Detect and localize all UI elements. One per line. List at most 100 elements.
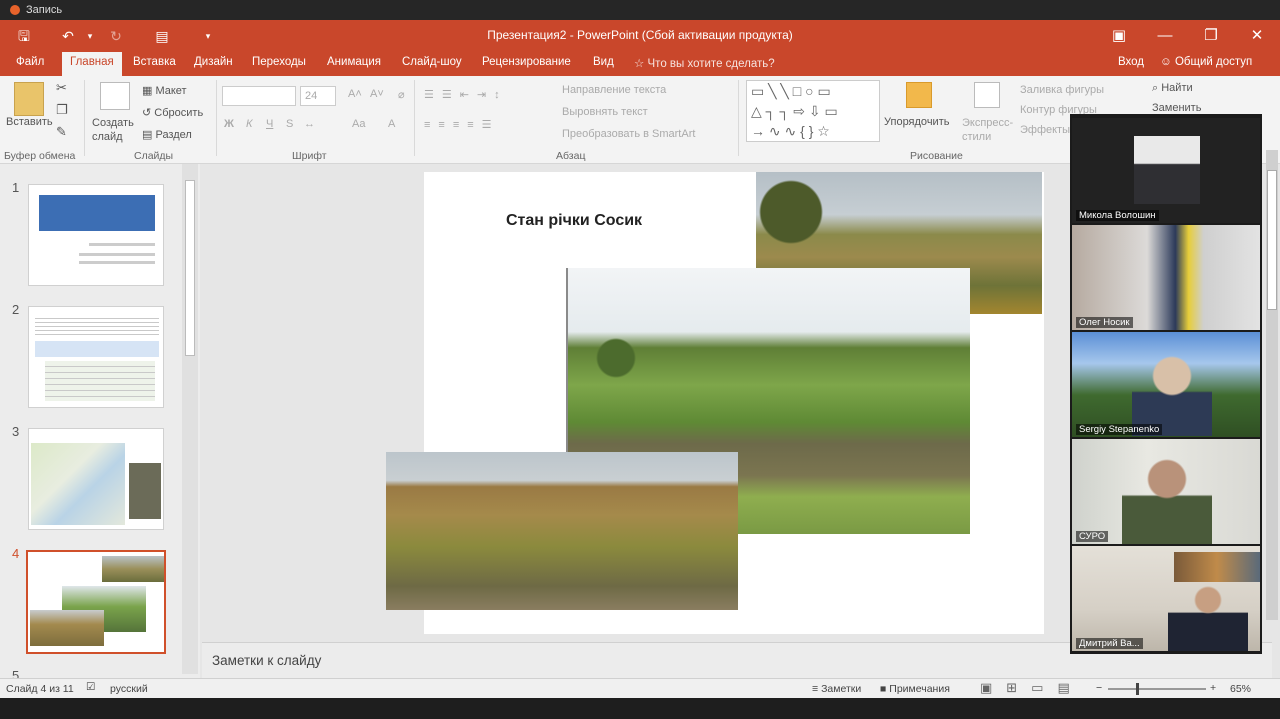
font-size-input[interactable]: 24 xyxy=(300,86,336,106)
group-font-label: Шрифт xyxy=(292,150,327,162)
tab-review[interactable]: Рецензирование xyxy=(482,56,571,68)
find-button[interactable]: ⌕ Найти xyxy=(1152,82,1193,95)
underline-button[interactable]: Ч xyxy=(266,118,273,130)
scroll-thumb[interactable] xyxy=(185,180,195,356)
slide-number: 3 xyxy=(12,424,20,439)
section-button[interactable]: ▤ Раздел xyxy=(142,128,192,141)
align-buttons[interactable]: ≡≡≡≡☰ xyxy=(424,118,500,131)
shape-effects-button[interactable]: Эффекты xyxy=(1020,124,1070,136)
clear-format-icon[interactable]: ⌀ xyxy=(398,88,405,101)
divider xyxy=(216,80,217,156)
zoom-level[interactable]: 65% xyxy=(1230,683,1251,695)
arrange-button[interactable]: Упорядочить xyxy=(884,116,949,128)
zoom-out-icon[interactable]: − xyxy=(1096,682,1102,694)
share-button[interactable]: ☺ Общий доступ xyxy=(1160,56,1252,68)
group-clipboard-label: Буфер обмена xyxy=(4,150,76,162)
right-scrollbar[interactable] xyxy=(1266,150,1278,620)
grow-font-icon[interactable]: A˄ xyxy=(348,88,362,100)
signin-link[interactable]: Вход xyxy=(1118,56,1144,68)
tab-file[interactable]: Файл xyxy=(16,56,44,68)
window-title-bar: 🖫 ↶ ▾ ↻ ▤ ▾ Презентация2 - PowerPoint (С… xyxy=(0,20,1280,52)
wall-painting xyxy=(1174,552,1260,582)
paste-icon[interactable] xyxy=(14,82,44,116)
tab-slideshow[interactable]: Слайд-шоу xyxy=(402,56,462,68)
tab-transitions[interactable]: Переходы xyxy=(252,56,306,68)
ribbon-display-icon[interactable]: ▣ xyxy=(1104,24,1134,48)
zoom-slider[interactable] xyxy=(1108,683,1206,695)
spelling-icon[interactable]: ☑ xyxy=(86,681,95,693)
quick-styles-button[interactable]: Экспресс-стили xyxy=(962,116,1014,144)
thumbnail-scrollbar[interactable] xyxy=(182,164,198,674)
bold-button[interactable]: Ж xyxy=(224,118,234,130)
zoom-slider-thumb[interactable] xyxy=(1136,683,1139,695)
quick-styles-icon[interactable] xyxy=(974,82,1000,108)
new-slide-icon[interactable] xyxy=(100,82,130,110)
section-icon: ▤ xyxy=(142,129,153,141)
scroll-thumb[interactable] xyxy=(1267,170,1277,310)
comments-toggle-label: Примечания xyxy=(889,683,950,695)
paste-button[interactable]: Вставить xyxy=(6,116,53,128)
share-label: Общий доступ xyxy=(1174,56,1253,68)
notes-toggle[interactable]: ≡ Заметки xyxy=(812,683,861,695)
cut-icon[interactable]: ✂ xyxy=(56,80,67,96)
tree-shape xyxy=(596,330,636,410)
slide-thumbnail-2[interactable] xyxy=(28,306,164,408)
copy-icon[interactable]: ❐ xyxy=(56,102,68,118)
tab-design[interactable]: Дизайн xyxy=(194,56,233,68)
tab-view[interactable]: Вид xyxy=(593,56,614,68)
notes-placeholder: Заметки к слайду xyxy=(212,653,322,668)
strike-button[interactable]: S xyxy=(286,118,293,130)
tab-home[interactable]: Главная xyxy=(62,52,122,76)
char-spacing-icon[interactable]: ↔ xyxy=(304,118,315,130)
reset-button[interactable]: ↺ Сбросить xyxy=(142,106,203,119)
shrink-font-icon[interactable]: A˅ xyxy=(370,88,384,100)
format-painter-icon[interactable]: ✎ xyxy=(56,124,67,140)
arrange-icon[interactable] xyxy=(906,82,932,108)
tab-animations[interactable]: Анимация xyxy=(327,56,381,68)
slide-thumbnail-4[interactable] xyxy=(26,550,166,654)
italic-button[interactable]: К xyxy=(246,118,252,130)
find-icon: ⌕ xyxy=(1152,82,1159,94)
record-icon xyxy=(10,5,20,15)
comments-toggle[interactable]: ■ Примечания xyxy=(880,683,950,695)
tell-me-search[interactable]: ☆ Что вы хотите сделать? xyxy=(634,56,775,70)
tab-insert[interactable]: Вставка xyxy=(133,56,176,68)
shapes-gallery[interactable]: ▭ ╲ ╲ □ ○ ▭ △ ┐ ┐ ⇨ ⇩ ▭ → ∿ ∿ { } ☆ xyxy=(746,80,880,142)
align-text-button[interactable]: Выровнять текст xyxy=(562,106,648,118)
slide-thumbnail-1[interactable] xyxy=(28,184,164,286)
slide-title[interactable]: Стан річки Сосик xyxy=(506,212,642,230)
list-buttons[interactable]: ☰☰⇤⇥↕ xyxy=(424,88,508,101)
replace-button[interactable]: Заменить xyxy=(1152,102,1201,114)
layout-button[interactable]: ▦ Макет xyxy=(142,84,187,97)
new-slide-button[interactable]: Создать слайд xyxy=(92,116,138,144)
zoom-in-icon[interactable]: + xyxy=(1210,682,1216,694)
minimize-button[interactable]: — xyxy=(1150,24,1180,48)
participant-tile[interactable]: Дмитрий Ва... xyxy=(1072,546,1260,651)
participant-tile[interactable]: Олег Носик xyxy=(1072,225,1260,330)
participant-tile[interactable]: Микола Волошин xyxy=(1072,118,1260,223)
window-title: Презентация2 - PowerPoint (Сбой активаци… xyxy=(487,28,793,42)
river-photo-bottom[interactable] xyxy=(386,452,738,610)
slide-number: 2 xyxy=(12,302,20,317)
notes-toggle-label: Заметки xyxy=(821,683,862,695)
person-icon: ☺ xyxy=(1160,56,1172,68)
font-name-input[interactable] xyxy=(222,86,296,106)
language-indicator[interactable]: русский xyxy=(110,683,148,695)
layout-icon: ▦ xyxy=(142,85,153,97)
lightbulb-icon: ☆ xyxy=(634,58,645,70)
slide-canvas[interactable]: Стан річки Сосик xyxy=(386,172,1044,634)
participant-tile[interactable]: Sergiy Stepanenko xyxy=(1072,332,1260,437)
participant-tile[interactable]: СУРО xyxy=(1072,439,1260,544)
view-buttons[interactable]: ▣⊞▭▤ xyxy=(980,680,1084,696)
layout-label: Макет xyxy=(155,85,187,97)
change-case-icon[interactable]: Aa xyxy=(352,118,365,130)
slide-thumbnail-pane: 1 2 3 4 5 xyxy=(0,164,200,683)
text-direction-button[interactable]: Направление текста xyxy=(562,84,666,96)
slide-thumbnail-3[interactable] xyxy=(28,428,164,530)
close-button[interactable]: ✕ xyxy=(1242,24,1272,48)
participant-photo xyxy=(1168,586,1248,651)
smartart-button[interactable]: Преобразовать в SmartArt xyxy=(562,128,695,140)
restore-button[interactable]: ❐ xyxy=(1196,24,1226,48)
shape-fill-button[interactable]: Заливка фигуры xyxy=(1020,84,1104,96)
font-color-icon[interactable]: A xyxy=(388,118,395,130)
